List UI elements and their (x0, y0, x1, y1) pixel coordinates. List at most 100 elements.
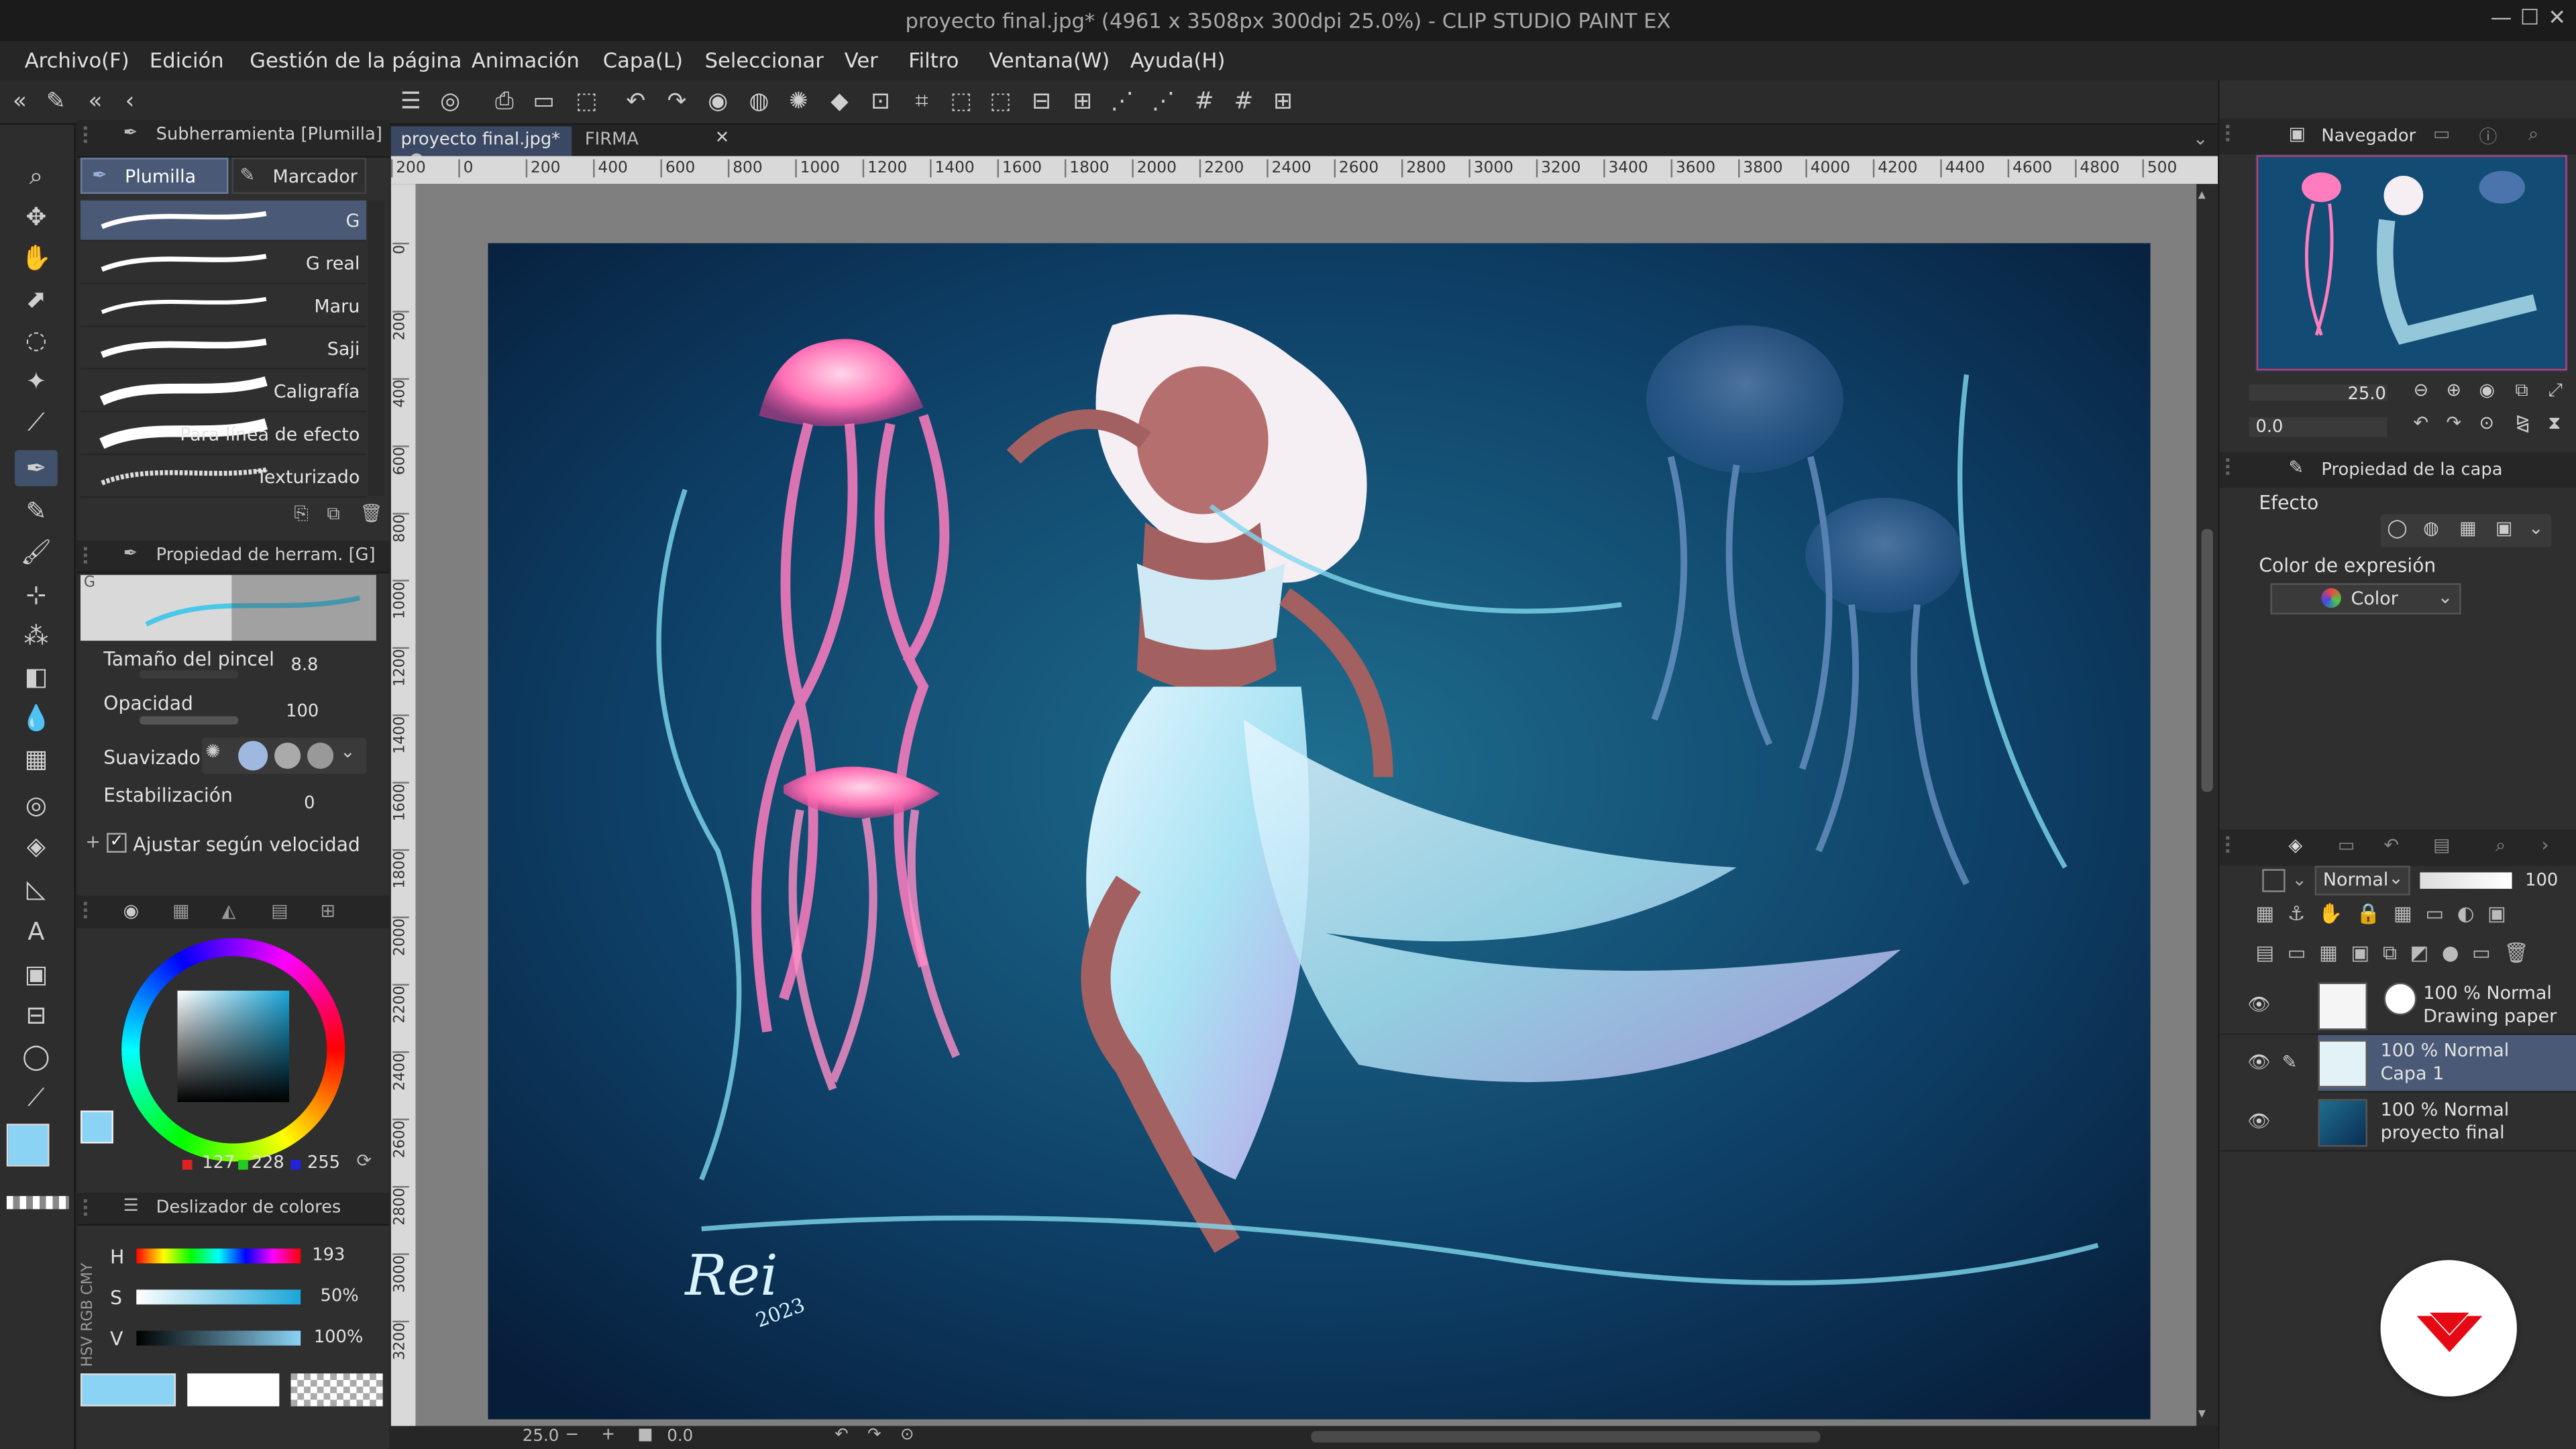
canvas-vertical-scrollbar[interactable]: ▴ ▾ (2196, 184, 2218, 1426)
slider-main-color[interactable] (80, 1373, 176, 1407)
snap-special-ruler-icon[interactable]: ⋰ (1148, 87, 1178, 117)
figure-icon[interactable]: ▦ (15, 741, 58, 777)
menu-gestion-pagina[interactable]: Gestión de la página (250, 48, 462, 72)
rotate-right-icon[interactable]: ↷ (2447, 413, 2462, 434)
free-transform-icon[interactable]: ⌗ (907, 87, 936, 117)
clear-outside-icon[interactable]: ◍ (744, 87, 773, 117)
visibility-eye-icon[interactable]: 👁 (2247, 1051, 2270, 1073)
saturation-value[interactable]: 50% (321, 1287, 359, 1306)
snap-grid-icon[interactable]: # (1229, 87, 1258, 117)
open-folder-icon[interactable]: ▭ (529, 87, 559, 117)
trash-icon[interactable]: 🗑 (360, 502, 382, 524)
brush-item-saji[interactable]: Saji (80, 328, 367, 370)
menu-ver[interactable]: Ver (845, 48, 878, 72)
menu-filtro[interactable]: Filtro (908, 48, 959, 72)
pen-icon[interactable]: ✒ (15, 450, 58, 486)
undo-icon[interactable]: ↶ (621, 87, 651, 117)
rotate-left-icon[interactable]: ↶ (835, 1426, 849, 1444)
slider-transparent-color[interactable] (290, 1373, 383, 1407)
blend-mode-select[interactable]: Normal ⌄ (2314, 865, 2410, 896)
gradient-icon[interactable]: ◺ (15, 871, 58, 907)
layer-opacity-value[interactable]: 100 (2525, 871, 2558, 890)
subview-tab-icon[interactable]: ▭ (2433, 123, 2450, 145)
clear-icon[interactable]: ◉ (703, 87, 733, 117)
reset-rotation-icon[interactable]: ⊙ (900, 1426, 914, 1444)
smoothing-option-3-icon[interactable] (274, 742, 301, 769)
flip-horizontal-icon[interactable]: ⧎ (2515, 413, 2530, 434)
fit-to-view-icon[interactable]: ⧉ (2515, 380, 2528, 402)
scroll-down-icon[interactable]: ▾ (2198, 1406, 2206, 1422)
main-color-chip[interactable] (80, 1110, 113, 1144)
menu-ventana[interactable]: Ventana(W) (989, 48, 1110, 72)
smoothing-selector[interactable]: ✺ ⌄ (202, 737, 367, 774)
grid-icon[interactable]: # (1189, 87, 1219, 117)
color-wheel-tab-icon[interactable]: ◉ (123, 900, 140, 922)
hsv-toggle-icon[interactable]: ⟳ (356, 1150, 372, 1171)
brush-item-maru[interactable]: Maru (80, 286, 367, 327)
redo-icon[interactable]: ↷ (662, 87, 692, 117)
correct-line-icon[interactable]: ⟋ (15, 1079, 58, 1116)
text-icon[interactable]: A (15, 914, 58, 950)
intermediate-color-tab-icon[interactable]: ▤ (271, 900, 288, 922)
tab-marcador[interactable]: ✎ Marcador (231, 158, 367, 194)
layer-capa-1[interactable]: 100 % Normal Capa 1 (2318, 1034, 2576, 1093)
deselect-icon[interactable]: ⊟ (1027, 87, 1057, 117)
materials-tab-icon[interactable]: ▤ (2433, 835, 2450, 856)
chevron-down-icon[interactable]: ⌄ (340, 741, 356, 762)
transform-icon[interactable]: ◆ (824, 87, 854, 117)
zoom-out-icon[interactable]: ⊖ (2414, 380, 2429, 401)
airbrush-icon[interactable]: ⊹ (15, 577, 58, 613)
chevron-down-icon[interactable]: ⌄ (2438, 586, 2453, 608)
tone-effect-icon[interactable]: ▦ (2459, 517, 2476, 539)
value-slider[interactable] (136, 1330, 301, 1346)
canvas-horizontal-scrollbar[interactable] (1311, 1431, 1821, 1443)
saturation-slider[interactable] (136, 1289, 301, 1305)
tabs-dropdown-icon[interactable]: ⌄ (2193, 128, 2208, 150)
invert-selection-icon[interactable]: ⊞ (1068, 87, 1097, 117)
eraser-icon[interactable]: ◧ (15, 659, 58, 695)
brush-size-slider[interactable] (140, 670, 239, 679)
value-value[interactable]: 100% (314, 1328, 364, 1347)
zoom-in-icon[interactable]: ⊕ (2447, 380, 2462, 401)
approximate-color-tab-icon[interactable]: ◭ (222, 900, 236, 922)
close-icon[interactable]: ✕ (2548, 7, 2566, 32)
speed-checkbox[interactable]: ✓ (107, 833, 127, 853)
flip-vertical-icon[interactable]: ⧗ (2548, 413, 2561, 435)
zoom-icon[interactable]: ⌕ (15, 158, 58, 194)
panel-layout-icon[interactable]: ⊟ (15, 998, 58, 1034)
tab-firma[interactable]: FIRMA ✕ (575, 127, 736, 156)
brush-icon[interactable]: ✎ (41, 87, 70, 117)
menu-animacion[interactable]: Animación (472, 48, 580, 72)
brush-item-g[interactable]: G (80, 200, 367, 242)
hue-slider[interactable] (136, 1248, 301, 1264)
layer-tool-row-2[interactable]: ▤▭▦▣⧉◩●▭🗑 (2255, 941, 2576, 971)
clip-studio-icon[interactable]: ◎ (435, 87, 465, 117)
fit-window-icon[interactable]: ⤢ (2548, 380, 2563, 402)
copy-icon[interactable]: ⎘ (294, 502, 309, 525)
main-color-swatch[interactable] (6, 1124, 50, 1167)
double-arrow-left-icon[interactable]: « (80, 87, 110, 117)
navigator-zoom-value[interactable]: 25.0 (2348, 384, 2386, 404)
artwork-canvas[interactable]: Rei 2023 (488, 243, 2151, 1419)
auto-action-tab-icon[interactable]: ▭ (2338, 835, 2355, 856)
hue-value[interactable]: 193 (312, 1245, 345, 1265)
watercolor-effect-icon[interactable]: ◍ (2423, 517, 2439, 539)
pencil-icon[interactable]: ✎ (15, 493, 58, 529)
eyedropper-icon[interactable]: ⟋ (15, 404, 58, 440)
scale-icon[interactable]: ⊡ (866, 87, 896, 117)
color-history-tab-icon[interactable]: ⊞ (321, 900, 336, 922)
scroll-up-icon[interactable]: ▴ (2198, 187, 2206, 203)
chevron-down-icon[interactable]: ⌄ (2528, 517, 2544, 539)
history-tab-icon[interactable]: ↶ (2383, 835, 2399, 856)
menu-archivo[interactable]: Archivo(F) (25, 48, 129, 72)
zoom-value[interactable]: 25.0 (523, 1428, 559, 1446)
hand-icon[interactable]: ✋ (15, 240, 58, 276)
transparent-color-swatch[interactable] (6, 1195, 69, 1210)
slider-sub-color[interactable] (187, 1373, 280, 1407)
smoothing-option-2-icon[interactable] (238, 741, 268, 771)
new-file-icon[interactable]: ⎙ (490, 87, 519, 117)
layers-icon[interactable]: ◈ (2288, 835, 2302, 856)
menu-seleccionar[interactable]: Seleccionar (705, 48, 824, 72)
visibility-eye-icon[interactable]: 👁 (2247, 1111, 2270, 1132)
stabilization-value[interactable]: 0 (304, 794, 315, 813)
